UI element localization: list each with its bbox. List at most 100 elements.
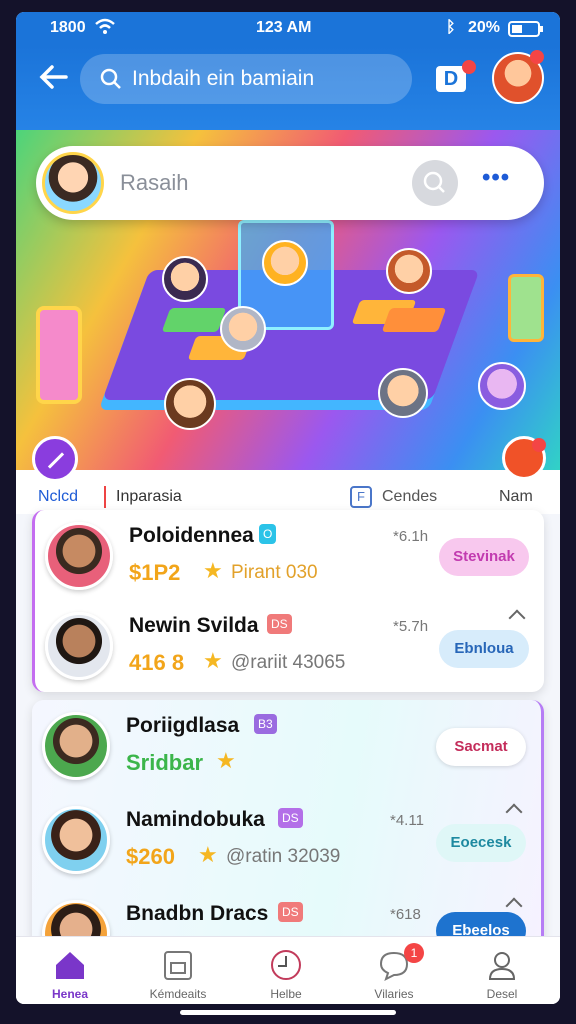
star-icon: ★ [216,748,236,773]
section-tabs: Nclcd Inparasia F Cendes Nam [16,436,560,514]
list-item[interactable]: Newin Svilda DS 416 8 ★ @rariit 43065 *5… [35,600,544,690]
item-name: Poloidennea [129,524,254,547]
star-icon: ★ [203,558,223,583]
hero-avatar[interactable] [42,152,104,214]
item-price: 416 8 [129,650,185,675]
bottom-nav: Henea Kémdeaits Helbe 1 Vilaries Desel [16,936,560,1004]
top-search-text: Inbdaih ein bamiain [132,67,315,90]
item-name: Poriigdlasa [126,714,240,737]
item-time: *618 [390,906,421,923]
tab-inparasia[interactable]: Inparasia [116,488,182,506]
character-illustration [220,306,266,352]
character-illustration [386,248,432,294]
item-price: $1P2 [129,560,181,585]
profile-icon [488,952,516,980]
avatar [42,806,110,874]
nav-label: Henea [51,987,89,1001]
avatar [42,712,110,780]
bluetooth-icon: ᛒ [446,19,456,36]
tab-divider [104,486,106,508]
item-action-button[interactable]: Stevinak [439,538,529,576]
item-badge: DS [267,614,292,634]
item-subtitle: Pirant 030 [231,562,318,583]
item-price: Sridbar [126,750,204,775]
star-icon: ★ [203,648,223,673]
status-time: 123 AM [256,19,312,36]
nav-home[interactable]: Henea [16,937,124,1004]
app-screen: 1800 123 AM ᛒ 20% Inbdaih ein bamiain D [16,12,560,1004]
nav-label: Desel [486,987,518,1001]
search-icon [423,171,445,193]
home-icon [56,952,84,979]
status-bar: 1800 123 AM ᛒ 20% [16,12,560,46]
item-action-button[interactable]: Eoecesk [436,824,526,862]
nav-help[interactable]: Helbe [232,937,340,1004]
notification-dot [462,60,476,74]
edit-icon[interactable] [32,436,78,482]
search-icon [100,68,121,89]
item-badge: B3 [254,714,277,734]
nav-events[interactable]: Kémdeaits [124,937,232,1004]
character-illustration [478,362,526,410]
item-action-button[interactable]: Ebnloua [439,630,529,668]
avatar [45,522,113,590]
item-name: Bnadbn Dracs [126,902,269,925]
item-badge: DS [278,902,303,922]
item-name: Newin Svilda [129,614,259,637]
filter-icon[interactable]: F [350,486,372,508]
nav-label: Helbe [270,987,302,1001]
calendar-icon [164,951,192,980]
item-action-button[interactable]: Sacmat [436,728,526,766]
board-tile [161,308,227,332]
avatar-notification-dot [530,50,544,64]
character-illustration [164,378,216,430]
list-card: Poloidennea O $1P2 ★ Pirant 030 *6.1h St… [32,510,544,692]
tab-nam[interactable]: Nam [499,488,533,506]
character-illustration [262,240,308,286]
list-item[interactable]: Poloidennea O $1P2 ★ Pirant 030 *6.1h St… [35,510,544,600]
chevron-up-icon[interactable] [505,803,523,821]
item-price: $260 [126,844,175,869]
item-time: *5.7h [393,618,429,635]
nav-profile[interactable]: Desel [448,937,556,1004]
hero-banner: Rasaih ••• [16,130,560,470]
chevron-up-icon[interactable] [508,609,526,627]
clock-icon [271,950,301,980]
item-time: *6.1h [393,528,429,545]
item-subtitle: @ratin 32039 [226,846,341,867]
nav-label: Vilaries [374,987,414,1001]
nav-label: Kémdeaits [149,987,207,1001]
battery-icon [508,21,544,42]
top-bar: Inbdaih ein bamiain D [16,46,560,130]
tab-nclcd[interactable]: Nclcd [38,488,78,506]
list-item[interactable]: Namindobuka DS $260 ★ @ratin 32039 *4.11… [32,794,541,884]
hero-search-placeholder: Rasaih [120,170,189,195]
phone-illustration-right [508,274,544,342]
board-tile [381,308,447,332]
star-icon: ★ [198,842,218,867]
status-left: 1800 [50,19,86,36]
item-badge: O [259,524,277,544]
item-time: *4.11 [390,812,424,829]
character-illustration [162,256,208,302]
phone-illustration [36,306,82,404]
hero-search-button[interactable] [412,160,458,206]
item-subtitle: @rariit 43065 [231,652,346,673]
nav-messages[interactable]: 1 Vilaries [340,937,448,1004]
home-indicator [180,1010,396,1015]
battery-percent: 20% [468,19,501,36]
top-search-input[interactable]: Inbdaih ein bamiain [80,54,412,104]
more-options-icon[interactable]: ••• [482,164,510,192]
item-badge: DS [278,808,303,828]
list-card: Poriigdlasa B3 Sridbar ★ Sacmat Namindob… [32,700,544,950]
wifi-icon [94,17,116,40]
back-arrow-icon[interactable] [36,62,70,96]
list-item[interactable]: Poriigdlasa B3 Sridbar ★ Sacmat [32,700,541,790]
nav-badge: 1 [404,943,424,963]
tab-cendes[interactable]: Cendes [382,488,437,506]
hero-search-bar[interactable]: Rasaih ••• [36,146,544,220]
d-app-button[interactable]: D [436,66,466,92]
character-illustration [378,368,428,418]
nam-badge-dot [532,438,546,452]
item-name: Namindobuka [126,808,265,831]
